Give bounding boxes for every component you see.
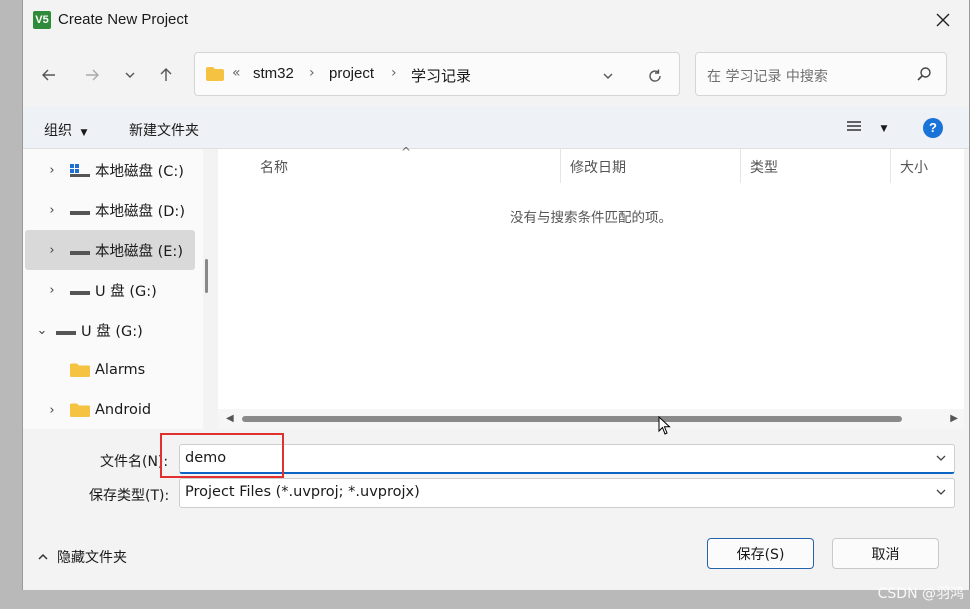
chevron-right-icon[interactable]: › bbox=[41, 163, 63, 178]
sidebar-item-label: U 盘 (G:) bbox=[81, 323, 143, 340]
scroll-left-icon[interactable]: ◀ bbox=[226, 413, 234, 424]
forward-button[interactable] bbox=[80, 63, 104, 87]
chevron-down-icon[interactable] bbox=[934, 451, 948, 465]
breadcrumb-item-project[interactable]: project bbox=[329, 65, 374, 82]
sidebar-item-local-disk-e[interactable]: › 本地磁盘 (E:) bbox=[25, 230, 195, 270]
horizontal-scrollbar[interactable]: ◀ ▶ bbox=[218, 409, 964, 429]
cancel-button[interactable]: 取消 bbox=[832, 538, 939, 569]
scroll-right-icon[interactable]: ▶ bbox=[950, 413, 958, 424]
filename-label: 文件名(N): bbox=[100, 454, 169, 470]
empty-results-message: 没有与搜索条件匹配的项。 bbox=[510, 210, 672, 226]
arrow-up-icon bbox=[160, 68, 172, 81]
sidebar-item-local-disk-d[interactable]: › 本地磁盘 (D:) bbox=[25, 190, 195, 230]
chevron-down-icon[interactable]: ⌄ bbox=[31, 323, 53, 338]
usb-drive-icon bbox=[70, 291, 90, 295]
command-toolbar: 组织 ▼ 新建文件夹 ▼ ? bbox=[23, 107, 969, 149]
chevron-down-icon bbox=[125, 72, 135, 78]
title-bar: V5 Create New Project bbox=[23, 0, 969, 41]
arrow-left-icon bbox=[42, 69, 55, 81]
navigation-scrollbar[interactable] bbox=[205, 259, 208, 293]
view-options-button[interactable]: ▼ bbox=[846, 118, 887, 138]
chevron-down-icon[interactable] bbox=[601, 69, 615, 83]
arrow-right-icon bbox=[86, 69, 99, 81]
sidebar-item-label: U 盘 (G:) bbox=[95, 283, 157, 300]
sidebar-item-usb-drive-g[interactable]: › U 盘 (G:) bbox=[25, 270, 195, 310]
chevron-down-icon[interactable] bbox=[934, 485, 948, 499]
search-placeholder: 在 学习记录 中搜索 bbox=[707, 69, 828, 85]
windows-drive-icon bbox=[70, 164, 90, 177]
chevron-right-icon[interactable]: › bbox=[41, 403, 63, 418]
mouse-cursor-icon bbox=[658, 416, 671, 435]
organize-menu[interactable]: 组织 ▼ bbox=[44, 120, 87, 140]
column-divider[interactable] bbox=[740, 149, 741, 183]
column-header-modified[interactable]: 修改日期 bbox=[562, 149, 626, 183]
annotation-highlight-box bbox=[160, 433, 284, 478]
help-icon[interactable]: ? bbox=[923, 118, 943, 138]
folder-icon bbox=[206, 67, 224, 81]
list-view-icon bbox=[847, 121, 861, 131]
scrollbar-thumb[interactable] bbox=[242, 416, 902, 422]
address-bar[interactable]: « stm32 › project › 学习记录 bbox=[194, 52, 680, 96]
column-header-type[interactable]: 类型 bbox=[742, 149, 778, 183]
close-icon bbox=[936, 13, 950, 27]
chevron-right-icon[interactable]: › bbox=[41, 203, 63, 218]
column-header-name[interactable]: 名称 bbox=[252, 149, 288, 183]
save-button[interactable]: 保存(S) bbox=[707, 538, 814, 569]
breadcrumb-separator: › bbox=[309, 65, 315, 81]
chevron-right-icon[interactable]: › bbox=[41, 243, 63, 258]
watermark: CSDN @羽鸿 bbox=[877, 586, 964, 602]
new-folder-button[interactable]: 新建文件夹 bbox=[129, 120, 199, 140]
hide-folders-label: 隐藏文件夹 bbox=[57, 550, 127, 566]
close-button[interactable] bbox=[931, 8, 955, 32]
refresh-icon[interactable] bbox=[646, 67, 664, 85]
keil-app-icon: V5 bbox=[33, 11, 51, 29]
filename-input[interactable]: demo bbox=[179, 444, 955, 474]
breadcrumb-item-current[interactable]: 学习记录 bbox=[411, 65, 471, 86]
sort-caret-icon: ^ bbox=[401, 145, 412, 159]
sidebar-item-android[interactable]: › Android bbox=[25, 390, 195, 429]
folder-icon bbox=[70, 403, 90, 417]
navigation-bar: « stm32 › project › 学习记录 在 学习记录 中搜索 bbox=[23, 41, 969, 107]
caret-down-icon: ▼ bbox=[880, 124, 888, 134]
filetype-value: Project Files (*.uvproj; *.uvprojx) bbox=[185, 484, 420, 500]
filetype-select[interactable]: Project Files (*.uvproj; *.uvprojx) bbox=[179, 478, 955, 508]
drive-icon bbox=[70, 211, 90, 215]
navigation-pane: › 本地磁盘 (C:) › 本地磁盘 (D:) › 本地磁盘 (E:) › U … bbox=[23, 149, 203, 429]
sidebar-item-label: 本地磁盘 (C:) bbox=[95, 163, 184, 180]
create-project-dialog: V5 Create New Project « stm32 › project … bbox=[22, 0, 970, 590]
sidebar-item-label: Alarms bbox=[95, 362, 146, 378]
breadcrumb-item-stm32[interactable]: stm32 bbox=[253, 65, 294, 82]
chevron-right-icon[interactable]: › bbox=[41, 283, 63, 298]
sidebar-item-label: Android bbox=[95, 402, 152, 418]
filetype-label: 保存类型(T): bbox=[89, 488, 170, 504]
window-title: Create New Project bbox=[58, 11, 189, 28]
chevron-up-icon bbox=[38, 553, 48, 560]
column-divider[interactable] bbox=[890, 149, 891, 183]
sidebar-item-label: 本地磁盘 (D:) bbox=[95, 203, 185, 220]
column-divider[interactable] bbox=[560, 149, 561, 183]
search-icon bbox=[917, 67, 931, 81]
up-button[interactable] bbox=[154, 63, 178, 87]
folder-icon bbox=[70, 363, 90, 377]
search-input[interactable]: 在 学习记录 中搜索 bbox=[695, 52, 947, 96]
sidebar-item-alarms[interactable]: Alarms bbox=[25, 350, 195, 390]
sidebar-item-local-disk-c[interactable]: › 本地磁盘 (C:) bbox=[25, 150, 195, 190]
back-button[interactable] bbox=[37, 63, 61, 87]
column-header-size[interactable]: 大小 bbox=[892, 149, 928, 183]
breadcrumb-overflow[interactable]: « bbox=[232, 65, 241, 81]
organize-label: 组织 bbox=[44, 123, 72, 139]
sidebar-item-label: 本地磁盘 (E:) bbox=[95, 243, 183, 260]
file-list: ^ 名称 修改日期 类型 大小 没有与搜索条件匹配的项。 ◀ ▶ bbox=[218, 145, 964, 429]
breadcrumb-separator: › bbox=[391, 65, 397, 81]
caret-down-icon: ▼ bbox=[80, 128, 88, 138]
recent-locations-button[interactable] bbox=[118, 63, 142, 87]
sidebar-item-usb-drive-g-expanded[interactable]: ⌄ U 盘 (G:) bbox=[25, 310, 195, 350]
drive-icon bbox=[70, 251, 90, 255]
usb-drive-icon bbox=[56, 331, 76, 335]
hide-folders-toggle[interactable]: 隐藏文件夹 bbox=[37, 547, 127, 567]
dialog-footer: 隐藏文件夹 保存(S) 取消 bbox=[23, 519, 969, 590]
